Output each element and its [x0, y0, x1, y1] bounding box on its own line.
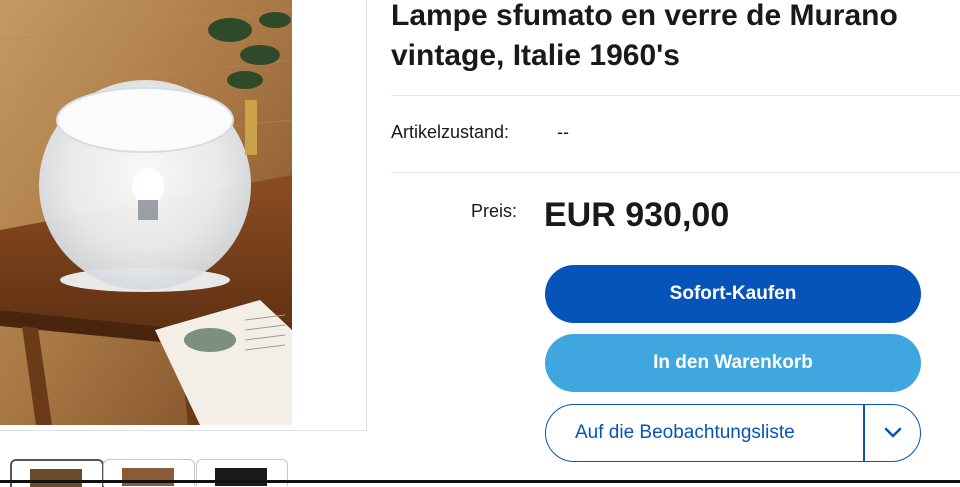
image-gallery — [0, 0, 367, 431]
add-to-watchlist-button[interactable]: Auf die Beobachtungsliste — [575, 422, 795, 444]
add-to-cart-button[interactable]: In den Warenkorb — [545, 334, 921, 392]
watchlist-button-group: Auf die Beobachtungsliste — [545, 404, 921, 462]
listing-title: Lampe sfumato en verre de Murano vintage… — [391, 0, 898, 72]
divider — [391, 95, 960, 96]
chevron-down-icon[interactable] — [882, 424, 904, 442]
condition-value: -- — [557, 122, 569, 142]
condition-label: Artikelzustand: — [391, 122, 510, 142]
main-product-image[interactable] — [0, 0, 292, 425]
price-label: Preis: — [471, 201, 518, 221]
divider — [391, 172, 960, 173]
button-separator — [863, 405, 865, 461]
buy-now-button[interactable]: Sofort-Kaufen — [545, 265, 921, 323]
price-value: EUR 930,00 — [544, 196, 730, 234]
